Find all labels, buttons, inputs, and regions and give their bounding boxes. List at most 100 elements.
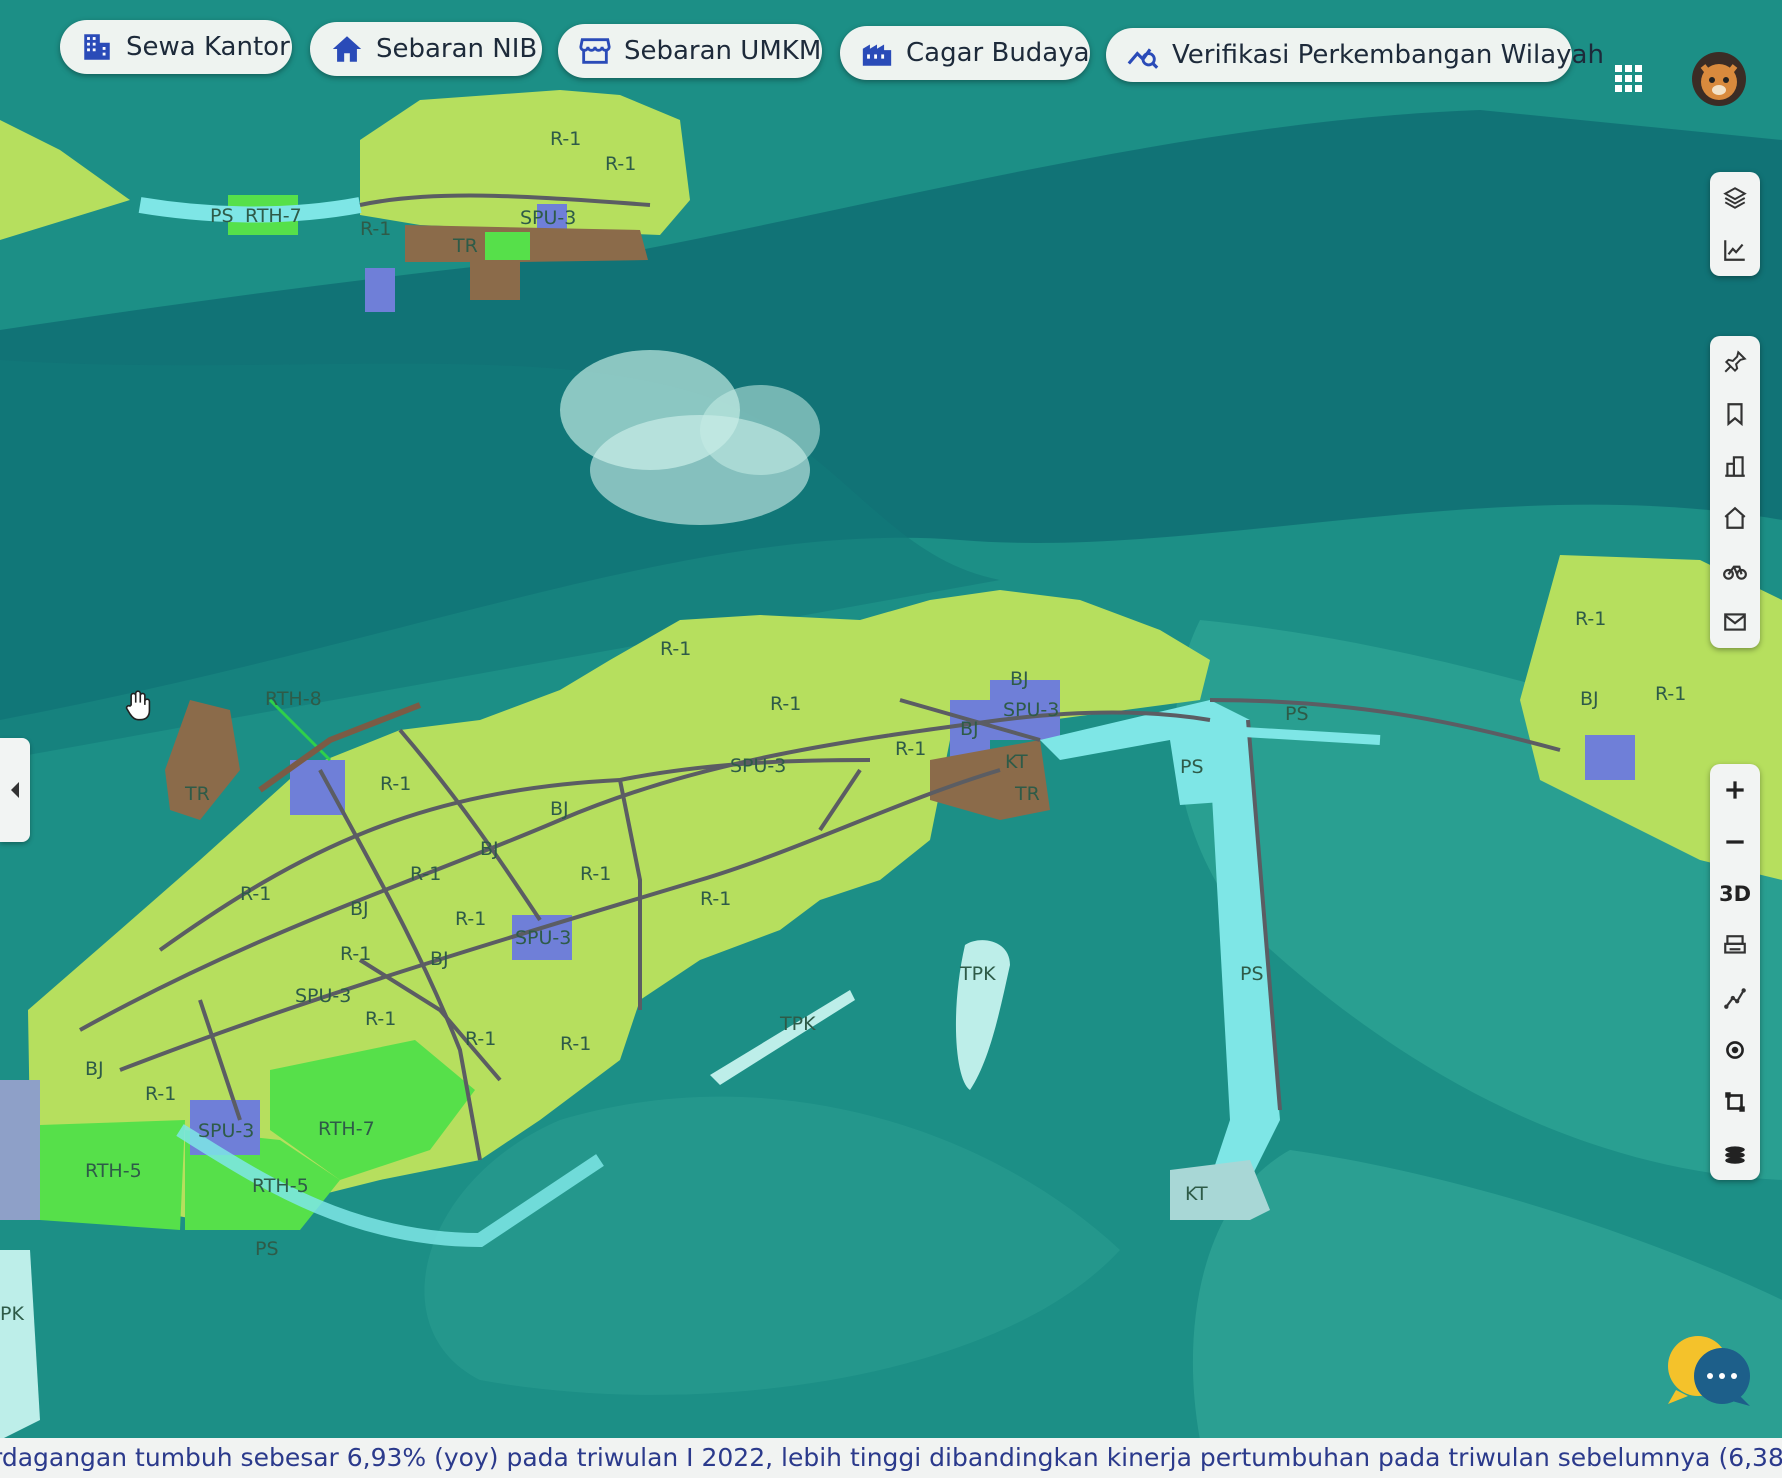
zone-label: R-1	[240, 883, 271, 905]
chat-button[interactable]	[1662, 1330, 1758, 1410]
square-draw-icon	[1725, 1092, 1745, 1112]
sebaran-umkm-label: Sebaran UMKM	[624, 36, 822, 66]
cagar-budaya-label: Cagar Budaya	[906, 38, 1090, 68]
polyline-measure-icon	[1724, 988, 1746, 1009]
zone-label: SPU-3	[198, 1120, 254, 1142]
sewa-kantor-label: Sewa Kantor	[126, 32, 290, 62]
chevron-left-icon	[11, 782, 19, 798]
zone-label: R-1	[360, 218, 391, 240]
home-icon	[332, 36, 362, 62]
bookmark-button[interactable]	[1710, 388, 1760, 440]
zoom-out-button[interactable]	[1710, 816, 1760, 868]
zone-label: R-1	[365, 1008, 396, 1030]
zone-label: R-1	[700, 888, 731, 910]
zone-label: R-1	[660, 638, 691, 660]
mail-icon	[1724, 613, 1746, 631]
office-building-icon	[84, 34, 110, 60]
draw-area-button[interactable]	[1710, 1076, 1760, 1128]
building-button[interactable]	[1710, 440, 1760, 492]
map-controls-toolbar: 3D	[1710, 764, 1760, 1180]
message-button[interactable]	[1710, 596, 1760, 648]
zone-label: SPU-3	[1003, 699, 1059, 721]
route-button[interactable]	[1710, 544, 1760, 596]
home-view-button[interactable]	[1710, 492, 1760, 544]
zone-label: SPU-3	[295, 985, 351, 1007]
zone-label: TPK	[959, 963, 996, 985]
zone-label: TPK	[779, 1013, 816, 1035]
zone-label: RTH-8	[265, 688, 322, 710]
zone-label: R-1	[1575, 608, 1606, 630]
zone-label: R-1	[145, 1083, 176, 1105]
zone-label: SPU-3	[515, 927, 571, 949]
zoning-map[interactable]: R-1 R-1 R-1 R-1 R-1 R-1 R-1 R-1 R-1 R-1 …	[0, 0, 1782, 1478]
zone-label: BJ	[960, 718, 979, 740]
verifikasi-wilayah-button[interactable]: Verifikasi Perkembangan Wilayah	[1106, 28, 1604, 82]
storefront-icon	[579, 38, 611, 64]
zone-label: SPU-3	[520, 207, 576, 229]
locate-button[interactable]	[1710, 1024, 1760, 1076]
house-icon	[1724, 506, 1746, 529]
pin-button[interactable]	[1710, 336, 1760, 388]
zone-label: R-1	[605, 153, 636, 175]
zone-label: R-1	[455, 908, 486, 930]
sebaran-nib-label: Sebaran NIB	[376, 34, 538, 64]
zone-label: PS	[1180, 756, 1204, 778]
zoom-in-button[interactable]	[1710, 764, 1760, 816]
zone-label: RTH-7	[318, 1118, 375, 1140]
basemap-button[interactable]	[1710, 1128, 1760, 1180]
plus-icon	[1726, 781, 1744, 799]
zone-label: BJ	[430, 948, 449, 970]
heritage-building-icon	[862, 44, 892, 66]
bookmark-icon	[1727, 403, 1743, 427]
layers-icon	[1723, 187, 1747, 209]
zone-label: RTH-5	[85, 1160, 142, 1182]
zone-label: R-1	[1655, 683, 1686, 705]
three-d-label: 3D	[1718, 882, 1752, 906]
chat-bubble-icon	[1668, 1336, 1750, 1406]
zone-label: BJ	[85, 1058, 104, 1080]
statistics-button[interactable]	[1710, 224, 1760, 276]
zone-label: BJ	[350, 898, 369, 920]
zone-label: R-1	[580, 863, 611, 885]
news-ticker: rdagangan tumbuh sebesar 6,93% (yoy) pad…	[0, 1438, 1782, 1478]
chart-search-icon	[1127, 48, 1159, 69]
stack-icon	[1725, 1146, 1745, 1164]
building-icon	[1725, 456, 1745, 477]
printer-icon	[1724, 935, 1746, 954]
pin-icon	[1724, 350, 1747, 373]
cagar-budaya-button[interactable]: Cagar Budaya	[840, 26, 1090, 80]
zone-label: BJ	[1010, 668, 1029, 690]
zone-label: R-1	[380, 773, 411, 795]
sebaran-nib-button[interactable]: Sebaran NIB	[310, 22, 542, 76]
zone-label: R-1	[895, 738, 926, 760]
zone-label: R-1	[560, 1033, 591, 1055]
zone-label: R-1	[550, 128, 581, 150]
zone-label: BJ	[480, 838, 499, 860]
zone-label: R-1	[340, 943, 371, 965]
print-button[interactable]	[1710, 920, 1760, 972]
zone-label: RTH-7	[245, 205, 302, 227]
line-chart-icon	[1724, 240, 1745, 261]
zone-label: PK	[0, 1303, 24, 1325]
zone-label: R-1	[770, 693, 801, 715]
measure-button[interactable]	[1710, 972, 1760, 1024]
zone-label: TR	[452, 235, 478, 257]
sebaran-umkm-button[interactable]: Sebaran UMKM	[558, 24, 822, 78]
apps-grid-icon[interactable]	[1614, 64, 1644, 94]
tools-toolbar	[1710, 336, 1760, 648]
sewa-kantor-button[interactable]: Sewa Kantor	[60, 20, 292, 74]
layers-button[interactable]	[1710, 172, 1760, 224]
zone-label: TR	[1014, 783, 1040, 805]
user-avatar[interactable]	[1692, 52, 1746, 106]
bicycle-icon	[1723, 565, 1747, 580]
news-ticker-text: rdagangan tumbuh sebesar 6,93% (yoy) pad…	[0, 1443, 1782, 1472]
zone-label: PS	[1285, 703, 1309, 725]
toggle-3d-button[interactable]: 3D	[1710, 868, 1760, 920]
side-panel-toggle[interactable]	[0, 738, 30, 842]
zone-label: KT	[1185, 1183, 1208, 1205]
zone-label: TR	[184, 783, 210, 805]
zone-label: R-1	[465, 1028, 496, 1050]
zone-label: PS	[1240, 963, 1264, 985]
zone-label: RTH-5	[252, 1175, 309, 1197]
zone-label: KT	[1005, 751, 1028, 773]
